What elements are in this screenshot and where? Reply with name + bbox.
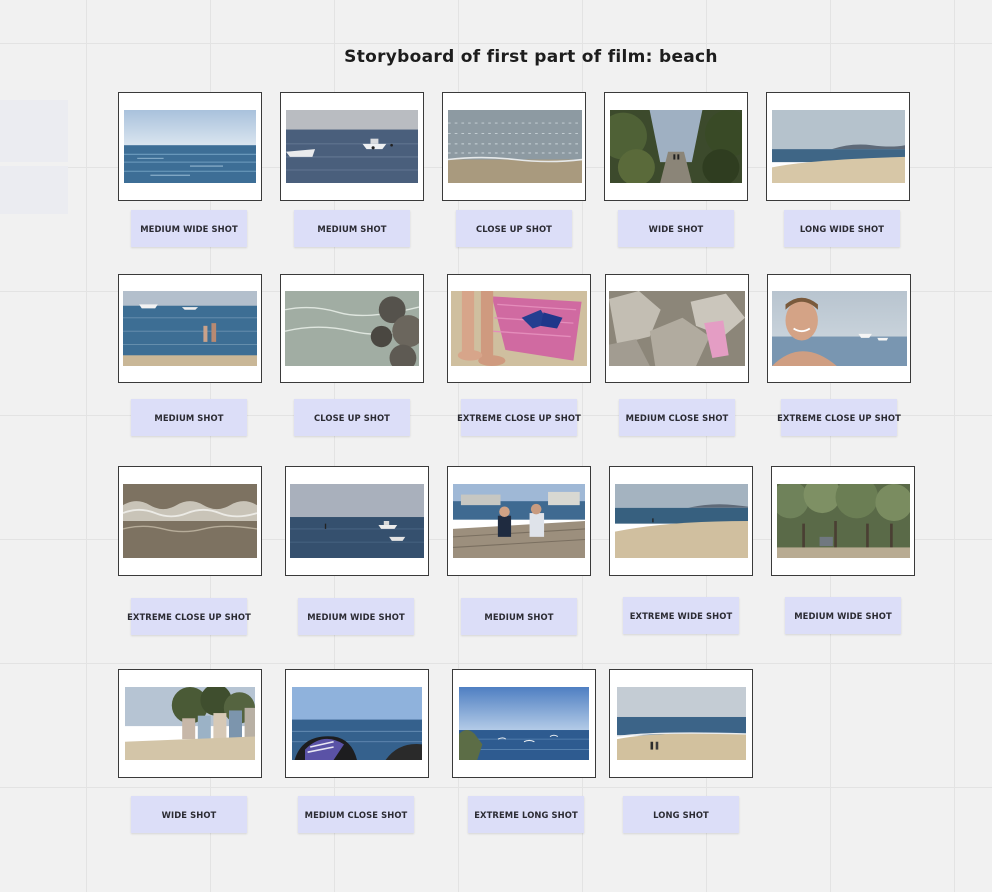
shot-label[interactable]: MEDIUM SHOT [461,598,577,635]
offscreen-panel-top [0,100,68,162]
shot-label[interactable]: MEDIUM WIDE SHOT [131,210,247,247]
shot-label[interactable]: MEDIUM WIDE SHOT [298,598,414,635]
shot-label[interactable]: EXTREME CLOSE UP SHOT [457,399,581,436]
shot-image-tea-trees[interactable] [777,484,910,558]
shot-image-beach-and-bay[interactable] [615,484,748,558]
shot-image-water-and-rocks[interactable] [285,291,419,366]
shot-image-wave-foam[interactable] [123,484,257,558]
offscreen-panel-bottom [0,166,68,214]
shot-label[interactable]: EXTREME WIDE SHOT [623,597,739,634]
shot-image-rocky-shoreline[interactable] [459,687,589,760]
shot-label[interactable]: CLOSE UP SHOT [456,210,572,247]
shot-label[interactable]: MEDIUM SHOT [131,399,247,436]
shot-image-men-on-pier[interactable] [453,484,585,558]
shot-label[interactable]: EXTREME CLOSE UP SHOT [127,598,251,635]
shot-label[interactable]: EXTREME CLOSE UP SHOT [777,399,901,436]
shot-label[interactable]: LONG SHOT [623,796,739,833]
shot-label[interactable]: MEDIUM WIDE SHOT [785,597,901,634]
shot-label[interactable]: LONG WIDE SHOT [784,210,900,247]
shot-image-beach-headland[interactable] [772,110,905,183]
shot-label[interactable]: CLOSE UP SHOT [294,399,410,436]
shot-image-bathing-boxes[interactable] [125,687,255,760]
shot-image-calm-sea-boat[interactable] [290,484,424,558]
shot-image-people-wading[interactable] [123,291,257,366]
shot-label[interactable]: MEDIUM CLOSE SHOT [298,796,414,833]
shot-image-open-sea[interactable] [124,110,256,183]
shot-label[interactable]: MEDIUM CLOSE SHOT [619,399,735,436]
shot-image-bush-path[interactable] [610,110,742,183]
shot-image-two-figures-on-beach[interactable] [617,687,746,760]
shot-label[interactable]: EXTREME LONG SHOT [468,796,584,833]
shot-image-towel-on-rocks[interactable] [609,291,745,366]
shot-image-boats-on-sea[interactable] [286,110,418,183]
shot-image-shallow-water[interactable] [448,110,582,183]
shot-image-towel-on-rock-by-sea[interactable] [292,687,422,760]
board-title: Storyboard of first part of film: beach [344,47,718,67]
shot-label[interactable]: WIDE SHOT [618,210,734,247]
shot-label[interactable]: MEDIUM SHOT [294,210,410,247]
shot-label[interactable]: WIDE SHOT [131,796,247,833]
shot-image-smiling-swimmer[interactable] [772,291,907,366]
shot-image-feet-and-towel[interactable] [451,291,587,366]
